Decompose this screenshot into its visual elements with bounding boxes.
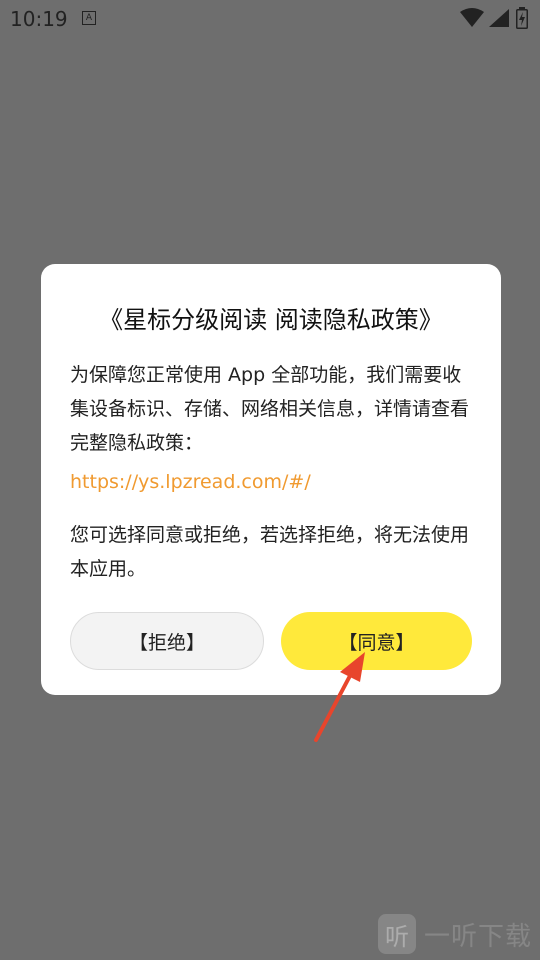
- refuse-button[interactable]: 【拒绝】: [70, 612, 264, 670]
- watermark-logo: 听: [378, 914, 416, 954]
- arrow-annotation: [314, 652, 365, 742]
- dialog-title: 《星标分级阅读 阅读隐私政策》: [99, 306, 443, 334]
- accessibility-a-icon: A: [82, 11, 96, 25]
- status-bar: 10:19 A: [0, 0, 540, 36]
- dialog-note-text: 您可选择同意或拒绝，若选择拒绝，将无法使用本应用。: [70, 524, 470, 580]
- privacy-policy-link[interactable]: https://ys.lpzread.com/#/: [70, 471, 480, 493]
- signal-icon: [489, 9, 509, 27]
- status-time: 10:19: [10, 7, 68, 31]
- privacy-dialog: 《星标分级阅读 阅读隐私政策》 为保障您正常使用 App 全部功能，我们需要收集…: [41, 264, 501, 695]
- watermark-text: 一听下载: [424, 921, 533, 952]
- wifi-icon: [460, 8, 484, 27]
- battery-icon: [516, 7, 528, 29]
- dialog-body-text: 为保障您正常使用 App 全部功能，我们需要收集设备标识、存储、网络相关信息，详…: [70, 364, 470, 454]
- watermark: 听 一听下载: [378, 912, 532, 956]
